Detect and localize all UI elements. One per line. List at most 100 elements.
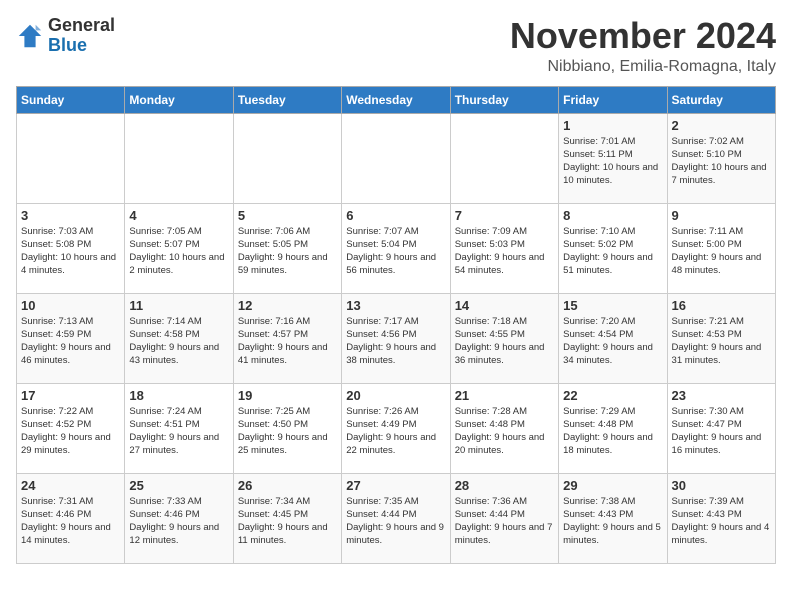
day-number: 12 <box>238 298 337 313</box>
day-number: 15 <box>563 298 662 313</box>
day-number: 27 <box>346 478 445 493</box>
day-number: 13 <box>346 298 445 313</box>
header: General Blue November 2024 Nibbiano, Emi… <box>16 16 776 76</box>
day-info: Sunrise: 7:38 AM Sunset: 4:43 PM Dayligh… <box>563 495 662 548</box>
day-number: 29 <box>563 478 662 493</box>
day-info: Sunrise: 7:39 AM Sunset: 4:43 PM Dayligh… <box>672 495 771 548</box>
day-info: Sunrise: 7:30 AM Sunset: 4:47 PM Dayligh… <box>672 405 771 458</box>
calendar-week-1: 1 Sunrise: 7:01 AM Sunset: 5:11 PM Daylig… <box>17 113 776 203</box>
calendar-week-2: 3Sunrise: 7:03 AM Sunset: 5:08 PM Daylig… <box>17 203 776 293</box>
calendar-cell: 22Sunrise: 7:29 AM Sunset: 4:48 PM Dayli… <box>559 383 667 473</box>
calendar-cell: 28Sunrise: 7:36 AM Sunset: 4:44 PM Dayli… <box>450 473 558 563</box>
calendar-cell: 30 Sunrise: 7:39 AM Sunset: 4:43 PM Dayli… <box>667 473 775 563</box>
calendar-cell: 9 Sunrise: 7:11 AM Sunset: 5:00 PM Daylig… <box>667 203 775 293</box>
day-number: 19 <box>238 388 337 403</box>
calendar-cell: 16Sunrise: 7:21 AM Sunset: 4:53 PM Dayli… <box>667 293 775 383</box>
calendar-cell: 18 Sunrise: 7:24 AM Sunset: 4:51 PM Dayli… <box>125 383 233 473</box>
day-info: Sunrise: 7:31 AM Sunset: 4:46 PM Dayligh… <box>21 495 120 548</box>
calendar-cell: 14Sunrise: 7:18 AM Sunset: 4:55 PM Dayli… <box>450 293 558 383</box>
day-info: Sunrise: 7:02 AM Sunset: 5:10 PM Dayligh… <box>672 135 771 188</box>
calendar-cell: 10 Sunrise: 7:13 AM Sunset: 4:59 PM Dayli… <box>17 293 125 383</box>
calendar-cell <box>450 113 558 203</box>
calendar-cell: 1 Sunrise: 7:01 AM Sunset: 5:11 PM Daylig… <box>559 113 667 203</box>
day-info: Sunrise: 7:14 AM Sunset: 4:58 PM Dayligh… <box>129 315 228 368</box>
day-info: Sunrise: 7:26 AM Sunset: 4:49 PM Dayligh… <box>346 405 445 458</box>
calendar-cell: 21 Sunrise: 7:28 AM Sunset: 4:48 PM Dayli… <box>450 383 558 473</box>
day-number: 21 <box>455 388 554 403</box>
day-info: Sunrise: 7:33 AM Sunset: 4:46 PM Dayligh… <box>129 495 228 548</box>
day-info: Sunrise: 7:05 AM Sunset: 5:07 PM Dayligh… <box>129 225 228 278</box>
day-number: 8 <box>563 208 662 223</box>
day-info: Sunrise: 7:25 AM Sunset: 4:50 PM Dayligh… <box>238 405 337 458</box>
day-info: Sunrise: 7:24 AM Sunset: 4:51 PM Dayligh… <box>129 405 228 458</box>
calendar-cell: 19 Sunrise: 7:25 AM Sunset: 4:50 PM Dayli… <box>233 383 341 473</box>
day-number: 20 <box>346 388 445 403</box>
calendar-cell: 23 Sunrise: 7:30 AM Sunset: 4:47 PM Dayli… <box>667 383 775 473</box>
weekday-header-sunday: Sunday <box>17 86 125 113</box>
day-info: Sunrise: 7:16 AM Sunset: 4:57 PM Dayligh… <box>238 315 337 368</box>
calendar-cell: 2Sunrise: 7:02 AM Sunset: 5:10 PM Daylig… <box>667 113 775 203</box>
day-info: Sunrise: 7:28 AM Sunset: 4:48 PM Dayligh… <box>455 405 554 458</box>
calendar-cell: 17 Sunrise: 7:22 AM Sunset: 4:52 PM Dayli… <box>17 383 125 473</box>
calendar: SundayMondayTuesdayWednesdayThursdayFrid… <box>16 86 776 564</box>
day-info: Sunrise: 7:22 AM Sunset: 4:52 PM Dayligh… <box>21 405 120 458</box>
logo: General Blue <box>16 16 115 56</box>
calendar-week-4: 17 Sunrise: 7:22 AM Sunset: 4:52 PM Dayli… <box>17 383 776 473</box>
calendar-cell: 26 Sunrise: 7:34 AM Sunset: 4:45 PM Dayli… <box>233 473 341 563</box>
day-info: Sunrise: 7:18 AM Sunset: 4:55 PM Dayligh… <box>455 315 554 368</box>
day-info: Sunrise: 7:20 AM Sunset: 4:54 PM Dayligh… <box>563 315 662 368</box>
calendar-cell: 5 Sunrise: 7:06 AM Sunset: 5:05 PM Daylig… <box>233 203 341 293</box>
day-number: 6 <box>346 208 445 223</box>
calendar-cell: 6 Sunrise: 7:07 AM Sunset: 5:04 PM Daylig… <box>342 203 450 293</box>
day-number: 5 <box>238 208 337 223</box>
day-number: 24 <box>21 478 120 493</box>
calendar-cell: 12 Sunrise: 7:16 AM Sunset: 4:57 PM Dayli… <box>233 293 341 383</box>
day-number: 23 <box>672 388 771 403</box>
calendar-cell: 13 Sunrise: 7:17 AM Sunset: 4:56 PM Dayli… <box>342 293 450 383</box>
day-number: 30 <box>672 478 771 493</box>
day-info: Sunrise: 7:35 AM Sunset: 4:44 PM Dayligh… <box>346 495 445 548</box>
day-number: 11 <box>129 298 228 313</box>
day-number: 16 <box>672 298 771 313</box>
location: Nibbiano, Emilia-Romagna, Italy <box>510 58 776 76</box>
day-number: 9 <box>672 208 771 223</box>
calendar-cell: 15 Sunrise: 7:20 AM Sunset: 4:54 PM Dayli… <box>559 293 667 383</box>
day-number: 4 <box>129 208 228 223</box>
weekday-header-friday: Friday <box>559 86 667 113</box>
weekday-header-tuesday: Tuesday <box>233 86 341 113</box>
day-info: Sunrise: 7:10 AM Sunset: 5:02 PM Dayligh… <box>563 225 662 278</box>
calendar-week-5: 24 Sunrise: 7:31 AM Sunset: 4:46 PM Dayli… <box>17 473 776 563</box>
day-info: Sunrise: 7:34 AM Sunset: 4:45 PM Dayligh… <box>238 495 337 548</box>
day-number: 3 <box>21 208 120 223</box>
weekday-header-saturday: Saturday <box>667 86 775 113</box>
day-number: 10 <box>21 298 120 313</box>
day-info: Sunrise: 7:06 AM Sunset: 5:05 PM Dayligh… <box>238 225 337 278</box>
calendar-cell: 20 Sunrise: 7:26 AM Sunset: 4:49 PM Dayli… <box>342 383 450 473</box>
day-info: Sunrise: 7:13 AM Sunset: 4:59 PM Dayligh… <box>21 315 120 368</box>
day-number: 26 <box>238 478 337 493</box>
calendar-week-3: 10 Sunrise: 7:13 AM Sunset: 4:59 PM Dayli… <box>17 293 776 383</box>
day-info: Sunrise: 7:17 AM Sunset: 4:56 PM Dayligh… <box>346 315 445 368</box>
weekday-header-monday: Monday <box>125 86 233 113</box>
day-number: 17 <box>21 388 120 403</box>
calendar-cell: 7Sunrise: 7:09 AM Sunset: 5:03 PM Daylig… <box>450 203 558 293</box>
logo-icon <box>16 22 44 50</box>
day-number: 1 <box>563 118 662 133</box>
calendar-cell: 25 Sunrise: 7:33 AM Sunset: 4:46 PM Dayli… <box>125 473 233 563</box>
calendar-cell <box>342 113 450 203</box>
calendar-cell: 8 Sunrise: 7:10 AM Sunset: 5:02 PM Daylig… <box>559 203 667 293</box>
day-number: 22 <box>563 388 662 403</box>
day-info: Sunrise: 7:07 AM Sunset: 5:04 PM Dayligh… <box>346 225 445 278</box>
day-number: 18 <box>129 388 228 403</box>
weekday-header-thursday: Thursday <box>450 86 558 113</box>
day-info: Sunrise: 7:11 AM Sunset: 5:00 PM Dayligh… <box>672 225 771 278</box>
weekday-header-row: SundayMondayTuesdayWednesdayThursdayFrid… <box>17 86 776 113</box>
calendar-cell <box>125 113 233 203</box>
day-number: 25 <box>129 478 228 493</box>
day-info: Sunrise: 7:01 AM Sunset: 5:11 PM Dayligh… <box>563 135 662 188</box>
title-area: November 2024 Nibbiano, Emilia-Romagna, … <box>510 16 776 76</box>
day-number: 7 <box>455 208 554 223</box>
calendar-cell: 27 Sunrise: 7:35 AM Sunset: 4:44 PM Dayli… <box>342 473 450 563</box>
calendar-cell: 11 Sunrise: 7:14 AM Sunset: 4:58 PM Dayli… <box>125 293 233 383</box>
calendar-cell <box>17 113 125 203</box>
